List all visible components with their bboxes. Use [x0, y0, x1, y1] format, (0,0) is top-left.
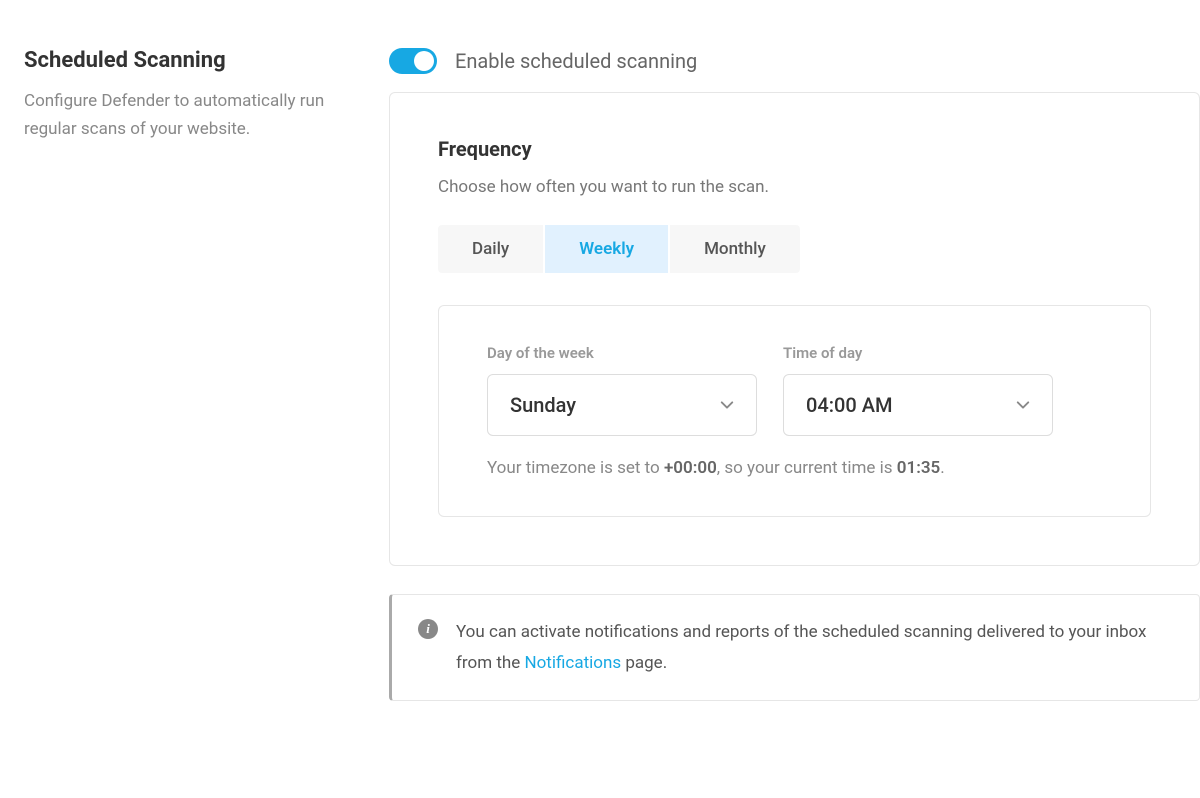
frequency-tabs: Daily Weekly Monthly	[438, 225, 1151, 273]
notifications-link[interactable]: Notifications	[524, 653, 621, 673]
notifications-notice: i You can activate notifications and rep…	[389, 594, 1200, 701]
frequency-title: Frequency	[438, 137, 1151, 161]
tz-mid: , so your current time is	[717, 458, 897, 478]
tz-pre: Your timezone is set to	[487, 458, 664, 478]
tz-time: 01:35	[897, 458, 940, 478]
tz-post: .	[940, 458, 944, 478]
day-of-week-value: Sunday	[510, 393, 576, 417]
day-of-week-select[interactable]: Sunday	[487, 374, 757, 436]
enable-scheduled-scanning-toggle[interactable]	[389, 48, 437, 74]
time-of-day-select[interactable]: 04:00 AM	[783, 374, 1053, 436]
time-of-day-value: 04:00 AM	[806, 393, 892, 417]
tab-monthly[interactable]: Monthly	[670, 225, 800, 273]
chevron-down-icon	[720, 398, 734, 412]
timezone-info: Your timezone is set to +00:00, so your …	[487, 458, 1102, 478]
tab-daily[interactable]: Daily	[438, 225, 543, 273]
frequency-card: Frequency Choose how often you want to r…	[389, 92, 1200, 566]
section-title: Scheduled Scanning	[24, 48, 354, 73]
day-of-week-label: Day of the week	[487, 344, 757, 362]
info-icon: i	[418, 619, 438, 639]
tab-weekly[interactable]: Weekly	[545, 225, 668, 273]
chevron-down-icon	[1016, 398, 1030, 412]
notice-post: page.	[621, 653, 667, 673]
notice-text: You can activate notifications and repor…	[456, 617, 1173, 678]
frequency-subtitle: Choose how often you want to run the sca…	[438, 177, 1151, 197]
time-of-day-label: Time of day	[783, 344, 1053, 362]
tz-value: +00:00	[664, 458, 717, 478]
schedule-settings: Day of the week Sunday Time of day 04:00…	[438, 305, 1151, 517]
section-description: Configure Defender to automatically run …	[24, 87, 354, 143]
toggle-label: Enable scheduled scanning	[455, 49, 697, 73]
